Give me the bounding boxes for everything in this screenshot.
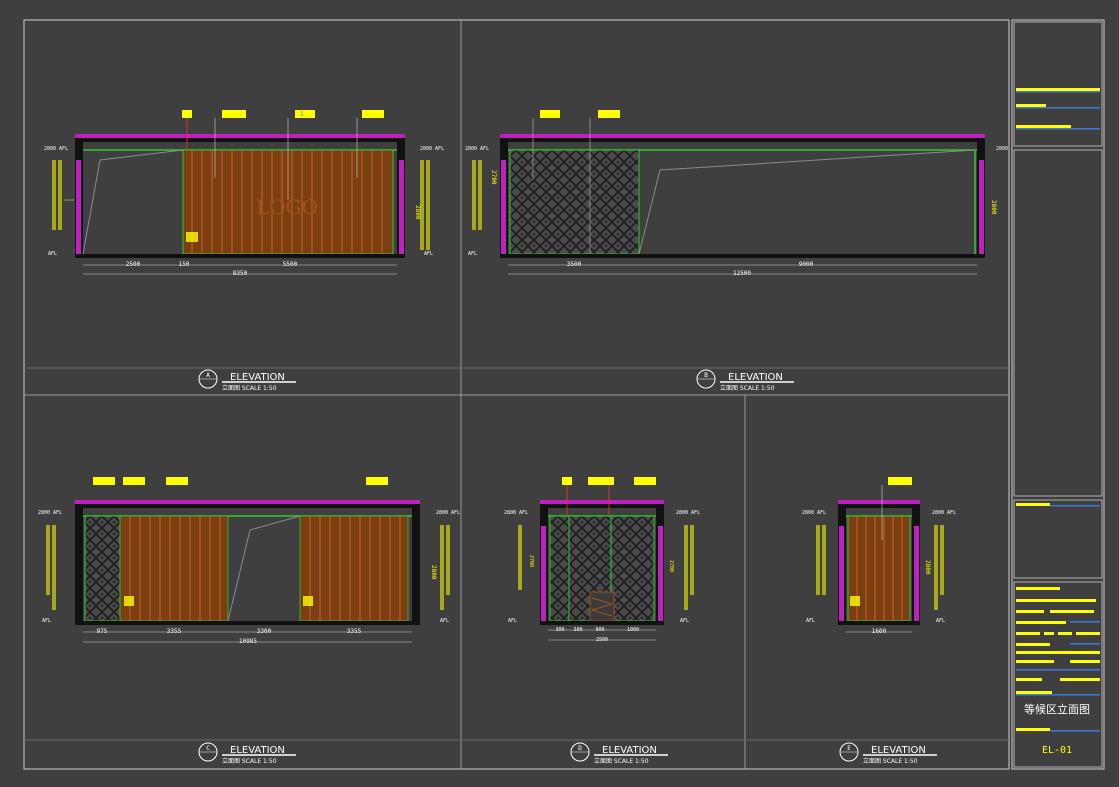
level-tag: AFL	[440, 618, 449, 624]
level-tag: 2800 AFL	[676, 510, 700, 516]
dim-label: 5500	[283, 261, 298, 268]
height-dim: 2700	[668, 560, 674, 572]
section-marker: C	[206, 745, 210, 752]
elevation-scale: 立面图 SCALE 1:50	[222, 384, 277, 392]
dim-label: 3355	[347, 628, 362, 635]
dim-label: 300	[555, 627, 564, 633]
dim-label: 150	[179, 261, 190, 268]
dim-label: 2500	[126, 261, 141, 268]
level-tag: AFL	[424, 251, 433, 257]
height-dim: 2800	[924, 560, 931, 575]
height-dim: 2700	[490, 170, 497, 185]
level-tag: 2800 AFL	[932, 510, 956, 516]
section-marker: E	[847, 745, 851, 752]
level-tag: 2800 AFL	[504, 510, 528, 516]
title-block[interactable]: 等候区立面图 EL-01	[1011, 19, 1105, 770]
height-dim: 2700	[528, 555, 534, 567]
dim-label: 975	[97, 628, 108, 635]
logo-text: LOGO	[256, 195, 318, 219]
dim-label: 1600	[872, 628, 887, 635]
height-dim: 2800	[430, 565, 437, 580]
dim-total: 8350	[233, 270, 248, 277]
level-tag: 2800 AFL	[44, 146, 68, 152]
callout-tag: 1	[300, 111, 304, 118]
drawing-number: EL-01	[1042, 745, 1072, 756]
dim-total: 12500	[733, 270, 751, 277]
level-tag: 2800 AFL	[420, 146, 444, 152]
dim-total: 2500	[596, 637, 608, 643]
level-tag: AFL	[508, 618, 517, 624]
drawing-title: 等候区立面图	[1024, 702, 1090, 716]
elevation-scale: 立面图 SCALE 1:50	[222, 757, 277, 765]
level-tag: AFL	[468, 251, 477, 257]
dim-label: 900	[595, 627, 604, 633]
level-tag: 2800 AFL	[802, 510, 826, 516]
level-tag: AFL	[680, 618, 689, 624]
dim-total: 10985	[239, 638, 257, 645]
section-marker: D	[578, 745, 582, 752]
level-tag: AFL	[806, 618, 815, 624]
dim-label: 9000	[799, 261, 814, 268]
dim-label: 1000	[627, 627, 639, 633]
level-tag: 2800 AFL	[436, 510, 460, 516]
height-dim: 2800	[990, 200, 997, 215]
elevation-scale: 立面图 SCALE 1:50	[594, 757, 649, 765]
elevation-scale: 立面图 SCALE 1:50	[863, 757, 918, 765]
dim-label: 300	[573, 627, 582, 633]
dim-label: 3355	[167, 628, 182, 635]
level-tag: 2800 AFL	[465, 146, 489, 152]
elevation-scale: 立面图 SCALE 1:50	[720, 384, 775, 392]
level-tag: AFL	[42, 618, 51, 624]
section-marker: B	[704, 372, 708, 379]
dim-label: 3500	[567, 261, 582, 268]
level-tag: AFL	[936, 618, 945, 624]
cad-drawing-sheet[interactable]: LOGO 2500 150 5500 8350 2800 AFL AFL 280…	[0, 0, 1119, 787]
section-marker: A	[206, 372, 210, 379]
level-tag: 2800 AFL	[38, 510, 62, 516]
height-dim: 2800	[414, 205, 421, 220]
level-tag: AFL	[48, 251, 57, 257]
dim-label: 3300	[257, 628, 272, 635]
